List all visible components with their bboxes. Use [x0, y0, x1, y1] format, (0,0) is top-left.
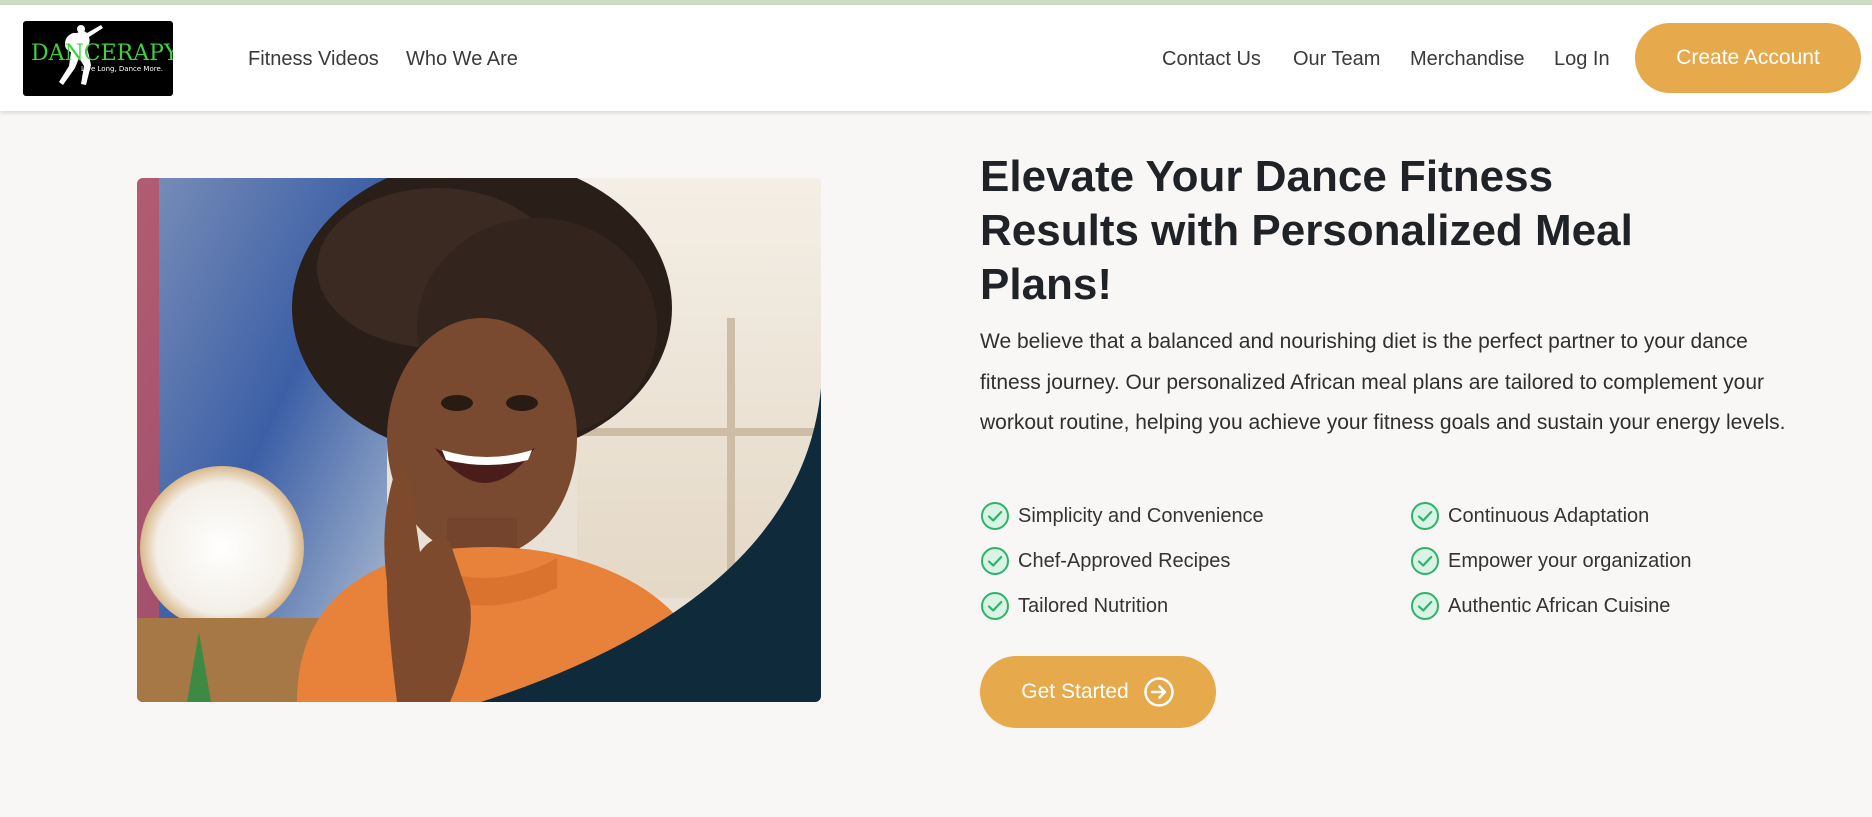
arrow-right-circle-icon	[1143, 677, 1174, 707]
check-circle-icon	[981, 592, 1009, 620]
feature-label: Tailored Nutrition	[1018, 594, 1169, 617]
feature-label: Continuous Adaptation	[1448, 504, 1650, 527]
feature-label: Authentic African Cuisine	[1448, 594, 1671, 617]
get-started-button[interactable]: Get Started	[980, 656, 1216, 728]
create-account-button[interactable]: Create Account	[1635, 23, 1861, 93]
nav-contact-us[interactable]: Contact Us	[1162, 48, 1261, 71]
nav-merchandise[interactable]: Merchandise	[1410, 48, 1525, 71]
feature-item: Empower your organization	[1410, 546, 1691, 576]
logo-wordmark: DANCERAPY	[31, 41, 173, 66]
feature-item: Authentic African Cuisine	[1410, 591, 1670, 621]
get-started-label: Get Started	[1021, 680, 1129, 703]
feature-item: Continuous Adaptation	[1410, 501, 1649, 531]
feature-item: Simplicity and Convenience	[980, 501, 1264, 531]
nav-log-in[interactable]: Log In	[1554, 48, 1610, 71]
feature-item: Chef-Approved Recipes	[980, 546, 1230, 576]
check-circle-icon	[981, 547, 1009, 575]
hero-headline: Elevate Your Dance Fitness Results with …	[980, 152, 1633, 309]
nav-our-team[interactable]: Our Team	[1293, 48, 1380, 71]
feature-label: Simplicity and Convenience	[1018, 504, 1264, 527]
site-logo[interactable]: DANCERAPY Live Long, Dance More.	[23, 21, 173, 96]
hero-description: We believe that a balanced and nourishin…	[980, 330, 1786, 434]
navbar: DANCERAPY Live Long, Dance More. Fitness…	[0, 5, 1872, 111]
check-circle-icon	[1411, 502, 1439, 530]
feature-label: Chef-Approved Recipes	[1018, 549, 1231, 572]
nav-who-we-are[interactable]: Who We Are	[406, 48, 518, 71]
hero-photo	[137, 178, 821, 702]
check-circle-icon	[1411, 592, 1439, 620]
feature-item: Tailored Nutrition	[980, 591, 1168, 621]
check-circle-icon	[981, 502, 1009, 530]
logo-tagline: Live Long, Dance More.	[81, 65, 163, 73]
check-circle-icon	[1411, 547, 1439, 575]
nav-fitness-videos[interactable]: Fitness Videos	[248, 48, 379, 71]
feature-label: Empower your organization	[1448, 549, 1692, 572]
